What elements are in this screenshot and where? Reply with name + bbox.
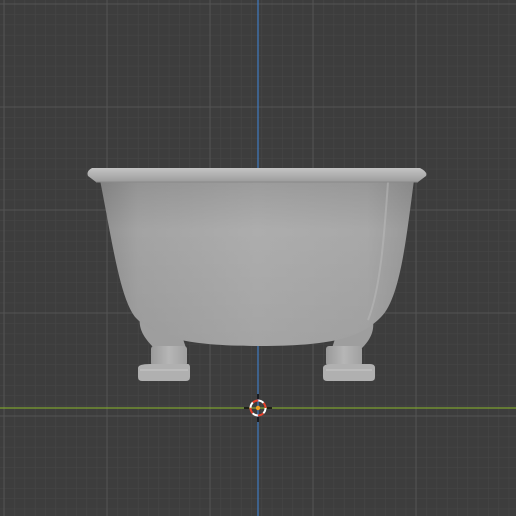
bathtub-rim[interactable] <box>87 168 427 182</box>
viewport-canvas[interactable] <box>0 0 516 516</box>
3d-viewport[interactable] <box>0 0 516 516</box>
